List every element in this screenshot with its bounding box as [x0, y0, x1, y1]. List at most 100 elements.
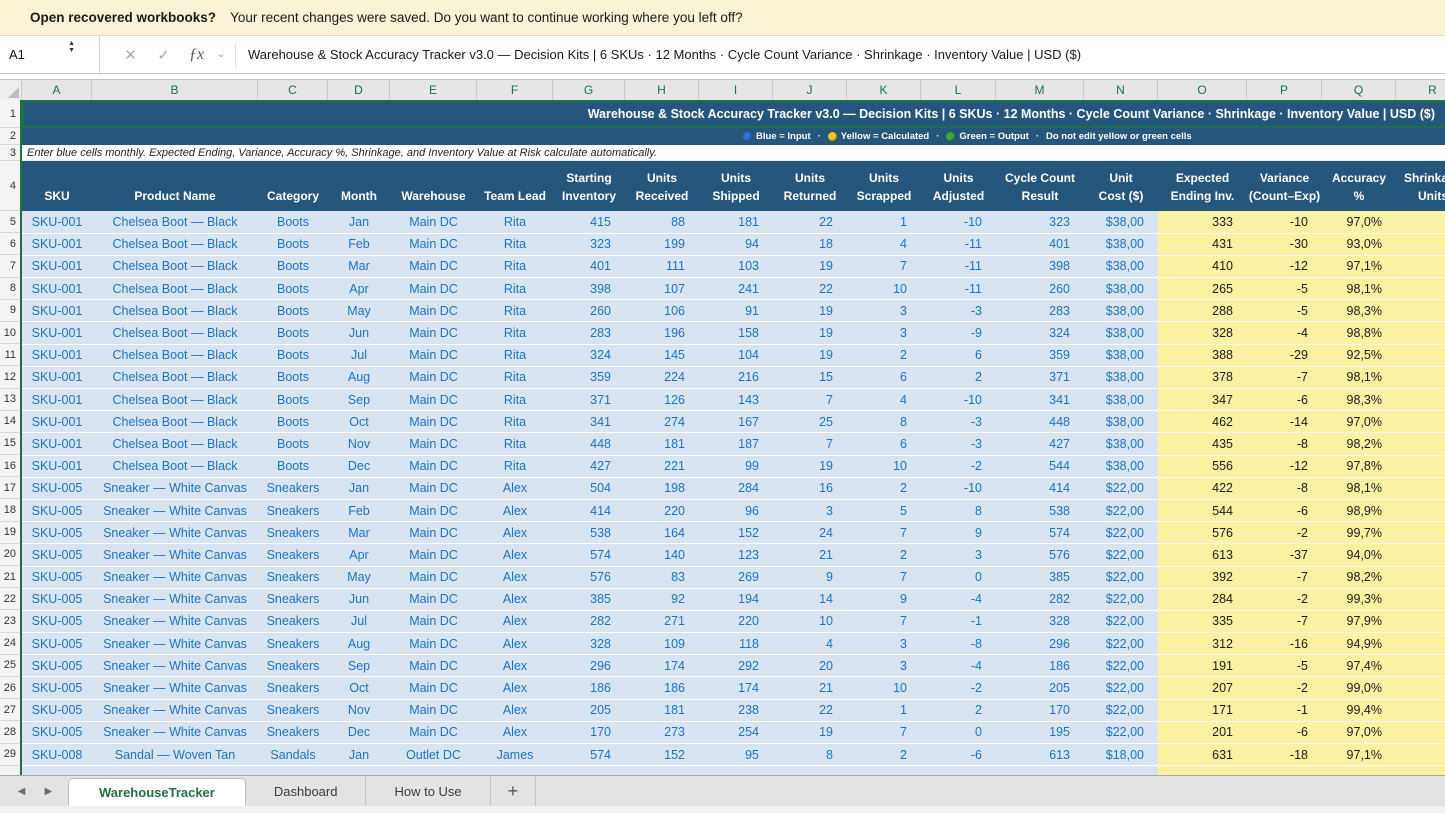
cell-M14[interactable]: 448 — [996, 411, 1084, 433]
cell-J15[interactable]: 7 — [773, 433, 847, 455]
cell-D19[interactable]: Mar — [328, 522, 390, 544]
cell-I28[interactable]: 254 — [699, 721, 773, 743]
cell-C20[interactable]: Sneakers — [258, 544, 328, 566]
cell-E5[interactable]: Main DC — [390, 211, 477, 233]
instructions-row-cell[interactable]: Enter blue cells monthly. Expected Endin… — [22, 145, 1445, 161]
cell-C6[interactable]: Boots — [258, 233, 328, 255]
cell-B10[interactable]: Chelsea Boot — Black — [92, 322, 258, 344]
cell-I8[interactable]: 241 — [699, 278, 773, 300]
cell-O26[interactable]: 207 — [1158, 677, 1247, 699]
cell-C24[interactable]: Sneakers — [258, 633, 328, 655]
cell-K28[interactable]: 7 — [847, 721, 921, 743]
cell-J11[interactable]: 19 — [773, 344, 847, 366]
cell-P19[interactable]: -2 — [1247, 522, 1322, 544]
cell-L27[interactable]: 2 — [921, 699, 996, 721]
cell-D20[interactable]: Apr — [328, 544, 390, 566]
cell-K13[interactable]: 4 — [847, 389, 921, 411]
cell-M27[interactable]: 170 — [996, 699, 1084, 721]
cell-P7[interactable]: -12 — [1247, 255, 1322, 277]
cell-O29[interactable]: 631 — [1158, 744, 1247, 766]
cell-M8[interactable]: 260 — [996, 278, 1084, 300]
cell-R23[interactable] — [1396, 610, 1445, 632]
cell-K15[interactable]: 6 — [847, 433, 921, 455]
spinner-down-icon[interactable]: ▼ — [68, 47, 75, 54]
cell-Q11[interactable]: 92,5% — [1322, 344, 1396, 366]
cell-R21[interactable] — [1396, 566, 1445, 588]
cell-H28[interactable]: 273 — [625, 721, 699, 743]
sheet-tab-warehousetracker[interactable]: WarehouseTracker — [68, 778, 246, 806]
cell-F13[interactable]: Rita — [477, 389, 553, 411]
column-letter-J[interactable]: J — [773, 80, 847, 100]
cell-D23[interactable]: Jul — [328, 610, 390, 632]
row-number-26[interactable]: 26 — [0, 677, 20, 699]
cell-A19[interactable]: SKU-005 — [22, 522, 92, 544]
cell-G14[interactable]: 341 — [553, 411, 625, 433]
cell-P29[interactable]: -18 — [1247, 744, 1322, 766]
cell-A8[interactable]: SKU-001 — [22, 278, 92, 300]
cell-N7[interactable]: $38,00 — [1084, 255, 1158, 277]
column-letter-G[interactable]: G — [553, 80, 625, 100]
cell-K27[interactable]: 1 — [847, 699, 921, 721]
header-cell-L[interactable]: Units Adjusted — [921, 161, 996, 211]
cell-R28[interactable] — [1396, 721, 1445, 743]
header-cell-E[interactable]: Warehouse — [390, 161, 477, 211]
header-cell-C[interactable]: Category — [258, 161, 328, 211]
cell-J19[interactable]: 24 — [773, 522, 847, 544]
cell-M22[interactable]: 282 — [996, 588, 1084, 610]
cell-A17[interactable]: SKU-005 — [22, 477, 92, 499]
column-letter-N[interactable]: N — [1084, 80, 1158, 100]
cell-F12[interactable]: Rita — [477, 366, 553, 388]
cell-R11[interactable] — [1396, 344, 1445, 366]
cell-E12[interactable]: Main DC — [390, 366, 477, 388]
cell-Q17[interactable]: 98,1% — [1322, 477, 1396, 499]
cell-D15[interactable]: Nov — [328, 433, 390, 455]
cell-B13[interactable]: Chelsea Boot — Black — [92, 389, 258, 411]
cell-A26[interactable]: SKU-005 — [22, 677, 92, 699]
cell-Q29[interactable]: 97,1% — [1322, 744, 1396, 766]
name-box-spinner[interactable]: ▲ ▼ — [68, 40, 75, 54]
cell-B19[interactable]: Sneaker — White Canvas — [92, 522, 258, 544]
cell-P6[interactable]: -30 — [1247, 233, 1322, 255]
cell-K8[interactable]: 10 — [847, 278, 921, 300]
cell-R26[interactable] — [1396, 677, 1445, 699]
header-cell-B[interactable]: Product Name — [92, 161, 258, 211]
cell-K7[interactable]: 7 — [847, 255, 921, 277]
cell-O7[interactable]: 410 — [1158, 255, 1247, 277]
cell-L11[interactable]: 6 — [921, 344, 996, 366]
cell-I24[interactable]: 118 — [699, 633, 773, 655]
cell-J28[interactable]: 19 — [773, 721, 847, 743]
cell-D11[interactable]: Jul — [328, 344, 390, 366]
column-letter-O[interactable]: O — [1158, 80, 1247, 100]
cell-G25[interactable]: 296 — [553, 655, 625, 677]
cell-C15[interactable]: Boots — [258, 433, 328, 455]
column-letter-Q[interactable]: Q — [1322, 80, 1396, 100]
cell-A10[interactable]: SKU-001 — [22, 322, 92, 344]
row-number-28[interactable]: 28 — [0, 721, 20, 743]
cell-I22[interactable]: 194 — [699, 588, 773, 610]
cell-Q26[interactable]: 99,0% — [1322, 677, 1396, 699]
cell-E28[interactable]: Main DC — [390, 721, 477, 743]
cell-C5[interactable]: Boots — [258, 211, 328, 233]
header-cell-I[interactable]: Units Shipped — [699, 161, 773, 211]
cell-P18[interactable]: -6 — [1247, 499, 1322, 521]
cell-K22[interactable]: 9 — [847, 588, 921, 610]
cell-D18[interactable]: Feb — [328, 499, 390, 521]
cell-G8[interactable]: 398 — [553, 278, 625, 300]
cell-K24[interactable]: 3 — [847, 633, 921, 655]
cell-B21[interactable]: Sneaker — White Canvas — [92, 566, 258, 588]
cell-O18[interactable]: 544 — [1158, 499, 1247, 521]
row-number-12[interactable]: 12 — [0, 366, 20, 388]
cell-H20[interactable]: 140 — [625, 544, 699, 566]
cell-H22[interactable]: 92 — [625, 588, 699, 610]
cell-L12[interactable]: 2 — [921, 366, 996, 388]
cell-C10[interactable]: Boots — [258, 322, 328, 344]
cancel-icon[interactable]: ✕ — [114, 46, 147, 64]
cell-G17[interactable]: 504 — [553, 477, 625, 499]
cell-J27[interactable]: 22 — [773, 699, 847, 721]
cell-H14[interactable]: 274 — [625, 411, 699, 433]
cell-F24[interactable]: Alex — [477, 633, 553, 655]
cell-K18[interactable]: 5 — [847, 499, 921, 521]
cell-Q12[interactable]: 98,1% — [1322, 366, 1396, 388]
cell-M16[interactable]: 544 — [996, 455, 1084, 477]
cell-G28[interactable]: 170 — [553, 721, 625, 743]
